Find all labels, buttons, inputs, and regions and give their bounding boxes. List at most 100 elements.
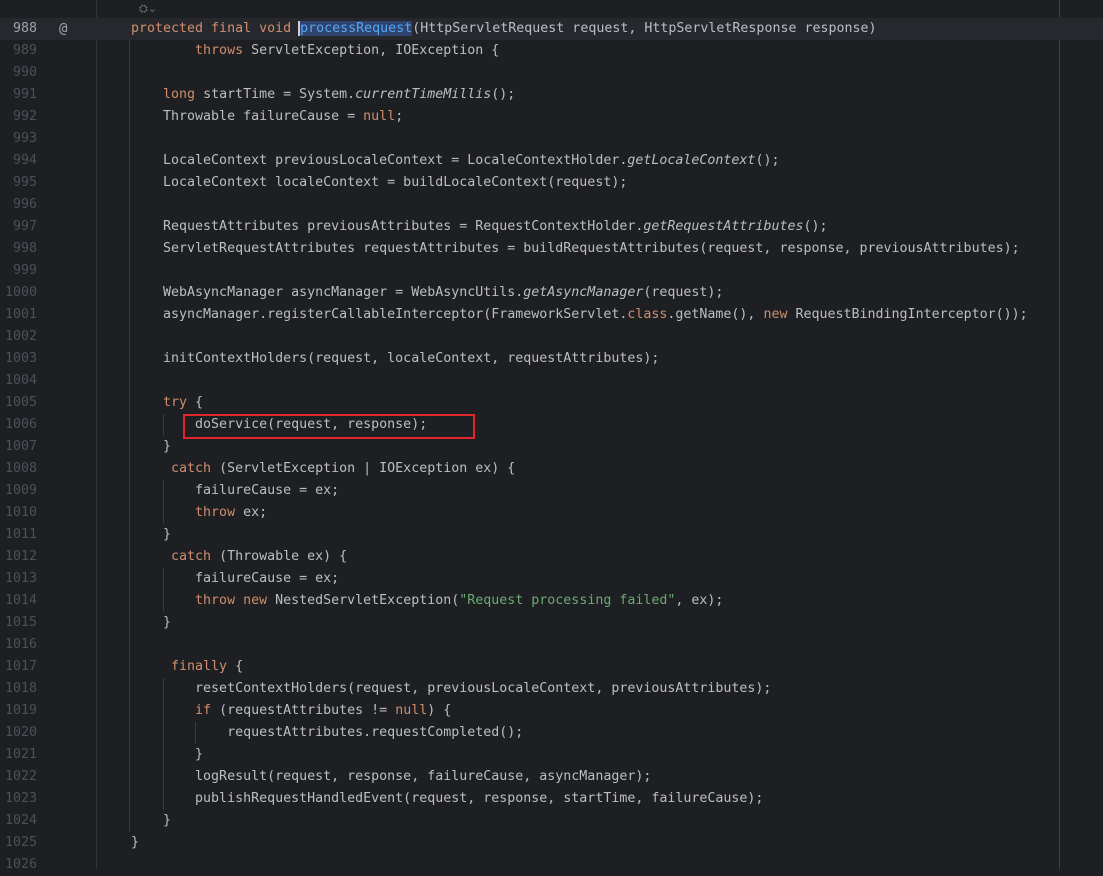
code-text: throws ServletException, IOException { [131,40,499,62]
line-number[interactable]: 1021 [0,744,37,766]
line-number[interactable]: 998 [0,238,37,260]
code-line[interactable]: 1008 catch (ServletException | IOExcepti… [0,458,1103,480]
line-number[interactable]: 1024 [0,810,37,832]
line-number[interactable]: 1017 [0,656,37,678]
code-line[interactable]: 1026 [0,854,1103,876]
line-number[interactable]: 1022 [0,766,37,788]
code-line[interactable]: 1012 catch (Throwable ex) { [0,546,1103,568]
code-line[interactable]: 991 long startTime = System.currentTimeM… [0,84,1103,106]
code-line[interactable]: 1013 failureCause = ex; [0,568,1103,590]
code-text: logResult(request, response, failureCaus… [131,766,651,788]
code-line[interactable]: 1007 } [0,436,1103,458]
code-line[interactable]: 989 throws ServletException, IOException… [0,40,1103,62]
code-line[interactable]: 1005 try { [0,392,1103,414]
code-token: } [131,439,172,454]
code-text: ServletRequestAttributes requestAttribut… [131,238,1020,260]
code-token: catch [131,461,220,476]
code-token: (); [755,153,780,168]
line-number[interactable]: 1019 [0,700,37,722]
code-line[interactable]: 1019 if (requestAttributes != null) { [0,700,1103,722]
line-number[interactable]: 993 [0,128,37,150]
line-number[interactable]: 1023 [0,788,37,810]
code-line[interactable]: 1000 WebAsyncManager asyncManager = WebA… [0,282,1103,304]
line-number[interactable]: 989 [0,40,37,62]
line-number[interactable]: 999 [0,260,37,282]
code-line[interactable]: 1014 throw new NestedServletException("R… [0,590,1103,612]
line-number[interactable]: 988 [0,18,37,40]
line-number[interactable]: 994 [0,150,37,172]
code-token: (); [491,87,516,102]
code-line[interactable]: 988 @ protected final void processRequest(… [0,18,1103,40]
code-token: RequestAttributes previousAttributes = R… [131,219,644,234]
code-line[interactable]: 1017 finally { [0,656,1103,678]
code-line[interactable]: 1011 } [0,524,1103,546]
code-line[interactable]: 998 ServletRequestAttributes requestAttr… [0,238,1103,260]
line-number[interactable]: 1007 [0,436,37,458]
line-number[interactable]: 1001 [0,304,37,326]
code-line[interactable]: 993 [0,128,1103,150]
code-line[interactable]: 994 LocaleContext previousLocaleContext … [0,150,1103,172]
line-number[interactable]: 992 [0,106,37,128]
code-line[interactable]: 1015 } [0,612,1103,634]
code-line[interactable]: 1010 throw ex; [0,502,1103,524]
code-line[interactable]: 997 RequestAttributes previousAttributes… [0,216,1103,238]
code-text: Throwable failureCause = null; [131,106,403,128]
code-token: (ServletException | IOException ex) { [219,461,516,476]
code-line[interactable]: 1020 requestAttributes.requestCompleted(… [0,722,1103,744]
line-number[interactable]: 1026 [0,854,37,876]
code-line[interactable]: 992 Throwable failureCause = null; [0,106,1103,128]
line-number[interactable]: 1025 [0,832,37,854]
code-token: getRequestAttributes [643,219,804,234]
line-number[interactable]: 1020 [0,722,37,744]
code-token: null [363,109,396,124]
code-line[interactable]: 1001 asyncManager.registerCallableInterc… [0,304,1103,326]
code-text: resetContextHolders(request, previousLoc… [131,678,771,700]
code-line[interactable]: 1023 publishRequestHandledEvent(request,… [0,788,1103,810]
code-line[interactable]: 1021 } [0,744,1103,766]
code-line[interactable]: 1002 [0,326,1103,348]
code-line[interactable]: 999 [0,260,1103,282]
line-number[interactable]: 997 [0,216,37,238]
code-line[interactable]: 990 [0,62,1103,84]
line-number[interactable]: 1018 [0,678,37,700]
code-text: failureCause = ex; [131,568,339,590]
annotation-gutter-icon[interactable]: @ [59,18,67,40]
code-line[interactable]: 1006 doService(request, response); [0,414,1103,436]
line-number[interactable]: 1010 [0,502,37,524]
line-number[interactable]: 1015 [0,612,37,634]
code-token: class [627,307,668,322]
line-number[interactable]: 990 [0,62,37,84]
line-number[interactable]: 991 [0,84,37,106]
line-number[interactable]: 1002 [0,326,37,348]
code-token: processRequest [298,21,413,36]
line-number[interactable]: 1009 [0,480,37,502]
line-number[interactable]: 995 [0,172,37,194]
code-line[interactable]: 995 LocaleContext localeContext = buildL… [0,172,1103,194]
line-number[interactable]: 1004 [0,370,37,392]
line-number[interactable]: 1012 [0,546,37,568]
code-text: } [131,524,171,546]
line-number[interactable]: 1011 [0,524,37,546]
code-line[interactable]: 1003 initContextHolders(request, localeC… [0,348,1103,370]
line-number[interactable]: 1003 [0,348,37,370]
code-line[interactable]: 1025} [0,832,1103,854]
line-number[interactable]: 1013 [0,568,37,590]
hierarchy-icon[interactable]: ⛭⌄ [139,2,157,16]
code-line[interactable]: 1022 logResult(request, response, failur… [0,766,1103,788]
line-number[interactable]: 1005 [0,392,37,414]
line-number[interactable]: 1008 [0,458,37,480]
code-line[interactable]: 1004 [0,370,1103,392]
line-number[interactable]: 1000 [0,282,37,304]
code-line[interactable]: 1016 [0,634,1103,656]
line-number[interactable]: 1016 [0,634,37,656]
code-line[interactable]: 1018 resetContextHolders(request, previo… [0,678,1103,700]
code-token: RequestBindingInterceptor()); [795,307,1028,322]
code-line[interactable]: 996 [0,194,1103,216]
code-line[interactable]: 1009 failureCause = ex; [0,480,1103,502]
line-number[interactable]: 1014 [0,590,37,612]
code-text: asyncManager.registerCallableInterceptor… [131,304,1028,326]
line-number[interactable]: 996 [0,194,37,216]
code-text: initContextHolders(request, localeContex… [131,348,659,370]
line-number[interactable]: 1006 [0,414,37,436]
code-line[interactable]: 1024 } [0,810,1103,832]
